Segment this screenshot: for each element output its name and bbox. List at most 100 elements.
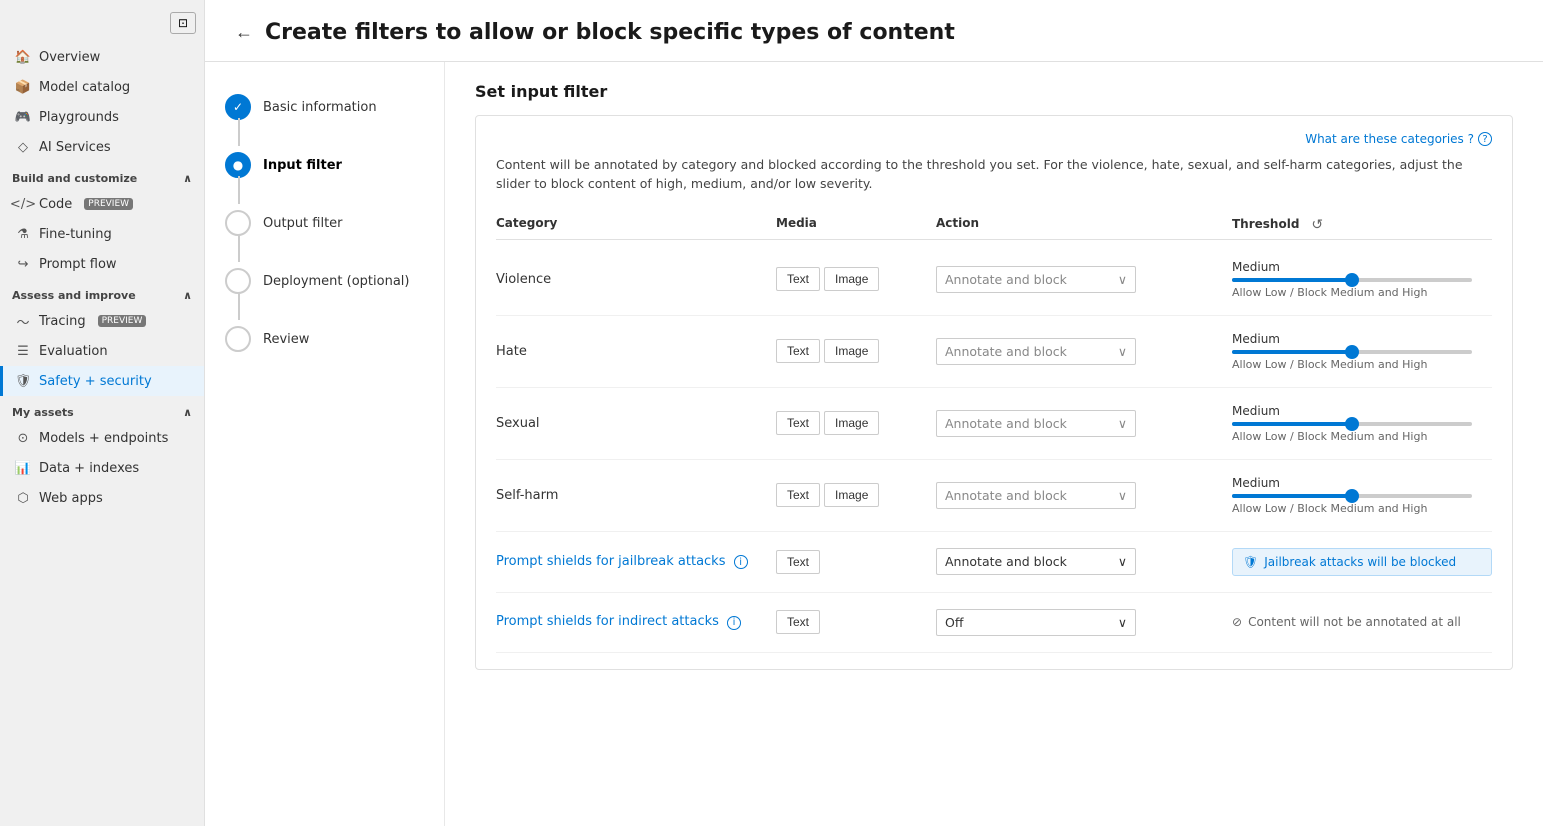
step-connector-1 xyxy=(238,118,240,146)
step-circle-basic-info: ✓ xyxy=(225,94,251,120)
shield-off-icon: ⊘ xyxy=(1232,615,1242,629)
step-connector-2 xyxy=(238,176,240,204)
indirect-text-button[interactable]: Text xyxy=(776,610,820,634)
indirect-status: ⊘ Content will not be annotated at all xyxy=(1232,615,1492,629)
category-indirect: Prompt shields for indirect attacks i xyxy=(496,614,776,630)
step-label-output-filter: Output filter xyxy=(263,216,343,231)
tracing-icon: 〜 xyxy=(15,313,31,329)
violence-text-button[interactable]: Text xyxy=(776,267,820,291)
sidebar-item-ai-services[interactable]: ◇ AI Services xyxy=(0,132,204,162)
step-basic-info[interactable]: ✓ Basic information xyxy=(225,86,424,128)
self-harm-action-dropdown[interactable]: Annotate and block ∨ xyxy=(936,482,1136,509)
step-circle-deployment xyxy=(225,268,251,294)
sidebar-item-data-indexes[interactable]: 📊 Data + indexes xyxy=(0,453,204,483)
step-deployment[interactable]: Deployment (optional) xyxy=(225,260,424,302)
page-title: Create filters to allow or block specifi… xyxy=(265,20,955,45)
my-assets-section[interactable]: My assets ∧ xyxy=(0,396,204,423)
sidebar-item-tracing[interactable]: 〜 Tracing PREVIEW xyxy=(0,306,204,336)
col-action: Action xyxy=(936,216,1232,233)
jailbreak-text-button[interactable]: Text xyxy=(776,550,820,574)
back-button[interactable]: ← xyxy=(235,22,253,43)
violence-action-dropdown[interactable]: Annotate and block ∨ xyxy=(936,266,1136,293)
sidebar-item-code[interactable]: </> Code PREVIEW xyxy=(0,189,204,219)
col-media: Media xyxy=(776,216,936,233)
dropdown-chevron-icon: ∨ xyxy=(1118,554,1127,569)
step-connector-3 xyxy=(238,234,240,262)
category-self-harm: Self-harm xyxy=(496,488,776,503)
jailbreak-action-dropdown[interactable]: Annotate and block ∨ xyxy=(936,548,1136,575)
violence-threshold: Medium Allow Low / Block Medium and High xyxy=(1232,260,1492,299)
filter-box: What are these categories ? ? Content wi… xyxy=(475,115,1513,670)
dropdown-chevron-icon: ∨ xyxy=(1118,344,1127,359)
dropdown-chevron-icon: ∨ xyxy=(1118,615,1127,630)
jailbreak-info-icon[interactable]: i xyxy=(734,555,748,569)
sidebar-item-fine-tuning[interactable]: ⚗ Fine-tuning xyxy=(0,219,204,249)
sidebar-item-evaluation[interactable]: ☰ Evaluation xyxy=(0,336,204,366)
sidebar-item-models-endpoints[interactable]: ⊙ Models + endpoints xyxy=(0,423,204,453)
violence-image-button[interactable]: Image xyxy=(824,267,879,291)
info-text: Content will be annotated by category an… xyxy=(496,156,1492,194)
sidebar-item-overview[interactable]: 🏠 Overview xyxy=(0,42,204,72)
model-catalog-icon: 📦 xyxy=(15,79,31,95)
dropdown-chevron-icon: ∨ xyxy=(1118,488,1127,503)
main-content: ← Create filters to allow or block speci… xyxy=(205,0,1543,826)
code-icon: </> xyxy=(15,196,31,212)
table-header: Category Media Action Threshold ↺ xyxy=(496,210,1492,240)
violence-slider[interactable] xyxy=(1232,278,1472,282)
fine-tuning-icon: ⚗ xyxy=(15,226,31,242)
step-review[interactable]: Review xyxy=(225,318,424,360)
step-input-filter[interactable]: ● Input filter xyxy=(225,144,424,186)
preview-badge: PREVIEW xyxy=(84,198,133,210)
section-title: Set input filter xyxy=(475,82,1513,101)
dropdown-chevron-icon: ∨ xyxy=(1118,272,1127,287)
hate-action-dropdown[interactable]: Annotate and block ∨ xyxy=(936,338,1136,365)
sexual-text-button[interactable]: Text xyxy=(776,411,820,435)
table-row-self-harm: Self-harm Text Image Annotate and block … xyxy=(496,460,1492,532)
what-categories-link[interactable]: What are these categories ? ? xyxy=(1305,132,1492,146)
evaluation-icon: ☰ xyxy=(15,343,31,359)
category-jailbreak: Prompt shields for jailbreak attacks i xyxy=(496,554,776,570)
reset-threshold-button[interactable]: ↺ xyxy=(1311,216,1323,233)
self-harm-image-button[interactable]: Image xyxy=(824,483,879,507)
assess-improve-section[interactable]: Assess and improve ∧ xyxy=(0,279,204,306)
step-circle-output-filter xyxy=(225,210,251,236)
sexual-image-button[interactable]: Image xyxy=(824,411,879,435)
media-violence: Text Image xyxy=(776,267,936,291)
category-sexual: Sexual xyxy=(496,416,776,431)
sexual-action-dropdown[interactable]: Annotate and block ∨ xyxy=(936,410,1136,437)
step-label-basic-info: Basic information xyxy=(263,100,377,115)
table-row-hate: Hate Text Image Annotate and block ∨ Med… xyxy=(496,316,1492,388)
web-apps-icon: ⬡ xyxy=(15,490,31,506)
hate-slider[interactable] xyxy=(1232,350,1472,354)
tracing-preview-badge: PREVIEW xyxy=(98,315,147,327)
hate-image-button[interactable]: Image xyxy=(824,339,879,363)
models-endpoints-icon: ⊙ xyxy=(15,430,31,446)
hate-text-button[interactable]: Text xyxy=(776,339,820,363)
collapse-sidebar-button[interactable]: ⊡ xyxy=(170,12,196,34)
sidebar-item-playgrounds[interactable]: 🎮 Playgrounds xyxy=(0,102,204,132)
indirect-action-dropdown[interactable]: Off ∨ xyxy=(936,609,1136,636)
sexual-slider[interactable] xyxy=(1232,422,1472,426)
sidebar-item-model-catalog[interactable]: 📦 Model catalog xyxy=(0,72,204,102)
self-harm-slider[interactable] xyxy=(1232,494,1472,498)
table-row-sexual: Sexual Text Image Annotate and block ∨ M… xyxy=(496,388,1492,460)
media-hate: Text Image xyxy=(776,339,936,363)
steps-panel: ✓ Basic information ● Input filter Outpu… xyxy=(205,62,445,826)
self-harm-threshold: Medium Allow Low / Block Medium and High xyxy=(1232,476,1492,515)
sidebar-item-prompt-flow[interactable]: ↪ Prompt flow xyxy=(0,249,204,279)
sidebar-item-web-apps[interactable]: ⬡ Web apps xyxy=(0,483,204,513)
hate-threshold: Medium Allow Low / Block Medium and High xyxy=(1232,332,1492,371)
step-connector-4 xyxy=(238,292,240,320)
step-label-review: Review xyxy=(263,332,309,347)
sidebar-item-safety-security[interactable]: 🛡 Safety + security xyxy=(0,366,204,396)
self-harm-text-button[interactable]: Text xyxy=(776,483,820,507)
safety-icon: 🛡 xyxy=(15,373,31,389)
step-circle-review xyxy=(225,326,251,352)
build-customize-section[interactable]: Build and customize ∧ xyxy=(0,162,204,189)
sidebar: ⊡ 🏠 Overview 📦 Model catalog 🎮 Playgroun… xyxy=(0,0,205,826)
table-row-jailbreak: Prompt shields for jailbreak attacks i T… xyxy=(496,532,1492,593)
step-output-filter[interactable]: Output filter xyxy=(225,202,424,244)
category-violence: Violence xyxy=(496,272,776,287)
col-threshold: Threshold xyxy=(1232,217,1299,231)
indirect-info-icon[interactable]: i xyxy=(727,616,741,630)
